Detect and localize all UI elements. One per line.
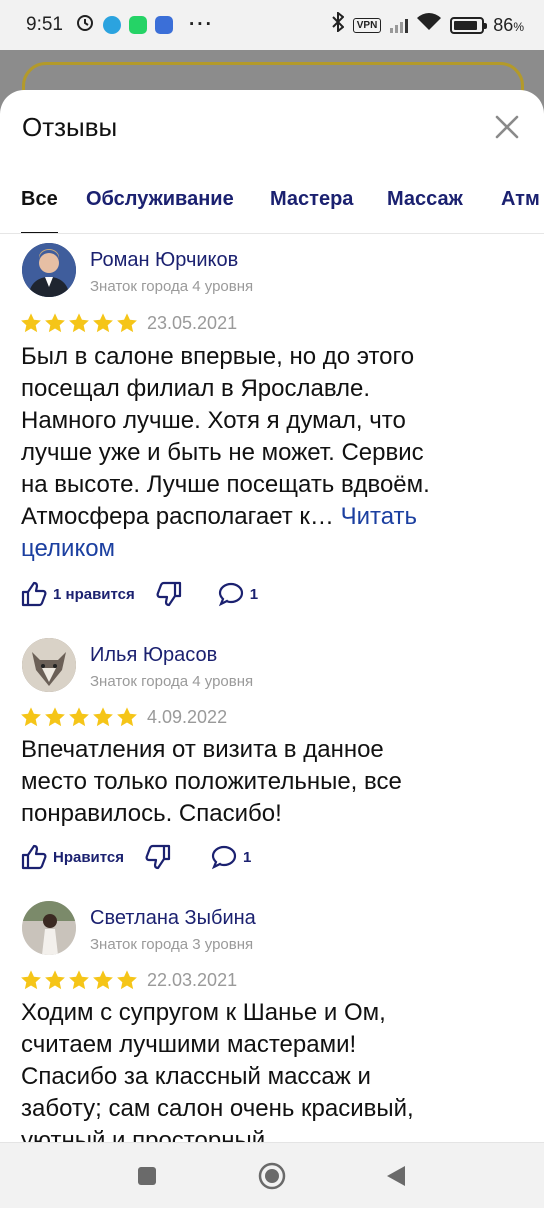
star-icon [93, 313, 113, 333]
comment-icon [211, 845, 237, 870]
star-icon [117, 970, 137, 990]
status-bar: 9:51 ··· VPN 86% [0, 0, 544, 50]
sheet-title: Отзывы [22, 112, 118, 142]
avatar[interactable] [22, 638, 76, 692]
thumbs-down-icon [156, 581, 181, 607]
rating-stars [20, 312, 138, 334]
star-icon [21, 970, 41, 990]
review-text: Ходим с супругом к Шанье и Ом, считаем л… [21, 999, 414, 1142]
home-icon [258, 1162, 286, 1190]
wifi-icon [417, 13, 442, 37]
comments-button[interactable]: 1 [210, 843, 251, 871]
author-name[interactable]: Светлана Зыбина [90, 907, 256, 930]
comment-icon [218, 582, 243, 607]
review-actions: Нравится 1 [20, 842, 251, 872]
whatsapp-icon [128, 16, 147, 34]
star-icon [93, 707, 113, 727]
star-icon [117, 707, 137, 727]
star-icon [69, 707, 89, 727]
back-button[interactable] [386, 1165, 406, 1192]
star-icon [21, 707, 41, 727]
read-more-link[interactable]: Читать [341, 503, 417, 530]
star-icon [45, 707, 65, 727]
rating-stars [20, 969, 138, 991]
star-icon [117, 313, 137, 333]
star-icon [45, 313, 65, 333]
star-icon [21, 313, 41, 333]
avatar[interactable] [22, 901, 76, 955]
home-button[interactable] [258, 1162, 286, 1195]
tab-massage[interactable]: Массаж [387, 184, 463, 233]
reviews-sheet: Отзывы Все Обслуживание Мастера Массаж А… [0, 90, 544, 1142]
author-level: Знаток города 4 уровня [90, 278, 254, 295]
review-actions: 1 нравится 1 [20, 579, 258, 609]
system-nav-bar [0, 1142, 544, 1208]
telegram-icon [102, 16, 121, 34]
recents-button[interactable] [137, 1166, 157, 1191]
alarm-icon [75, 12, 95, 38]
close-icon [495, 115, 519, 139]
thumbs-up-icon [21, 844, 47, 870]
app-icon [154, 16, 173, 34]
review-text: Был в салоне впервые, но до этого посеща… [21, 341, 521, 565]
back-icon [387, 1166, 405, 1186]
read-more-link[interactable]: целиком [21, 533, 521, 565]
vpn-badge: VPN [352, 17, 382, 33]
author-level: Знаток города 3 уровня [90, 936, 254, 953]
rating-stars [20, 706, 138, 728]
tab-masters[interactable]: Мастера [270, 184, 353, 233]
battery-icon [450, 16, 488, 34]
star-icon [45, 970, 65, 990]
avatar[interactable] [22, 243, 76, 297]
signal-icon [390, 17, 409, 33]
author-name[interactable]: Роман Юрчиков [90, 249, 238, 272]
tab-all[interactable]: Все [21, 184, 58, 233]
dislike-button[interactable] [144, 843, 172, 871]
star-icon [69, 970, 89, 990]
review-date: 4.09.2022 [147, 707, 228, 727]
close-button[interactable] [492, 112, 522, 142]
tab-atmosphere[interactable]: Атм [501, 184, 540, 233]
author-level: Знаток города 4 уровня [90, 673, 254, 690]
like-button[interactable]: 1 нравится [20, 580, 135, 608]
dislike-button[interactable] [155, 580, 183, 608]
thumbs-down-icon [145, 844, 171, 870]
recents-icon [138, 1167, 156, 1185]
review-tabs: Все Обслуживание Мастера Массаж Атм [0, 184, 544, 234]
review-date: 22.03.2021 [147, 970, 238, 990]
more-notifications-icon: ··· [188, 14, 214, 35]
star-icon [93, 970, 113, 990]
status-time: 9:51 [26, 14, 63, 35]
comments-button[interactable]: 1 [217, 580, 258, 608]
review-text: Впечатления от визита в данное место тол… [21, 736, 402, 827]
star-icon [69, 313, 89, 333]
thumbs-up-icon [21, 581, 47, 607]
author-name[interactable]: Илья Юрасов [90, 644, 217, 667]
bluetooth-icon [332, 10, 345, 38]
tab-service[interactable]: Обслуживание [86, 184, 234, 233]
review-date: 23.05.2021 [147, 313, 238, 333]
like-button[interactable]: Нравится [20, 843, 124, 871]
battery-percent: 86% [493, 14, 524, 35]
